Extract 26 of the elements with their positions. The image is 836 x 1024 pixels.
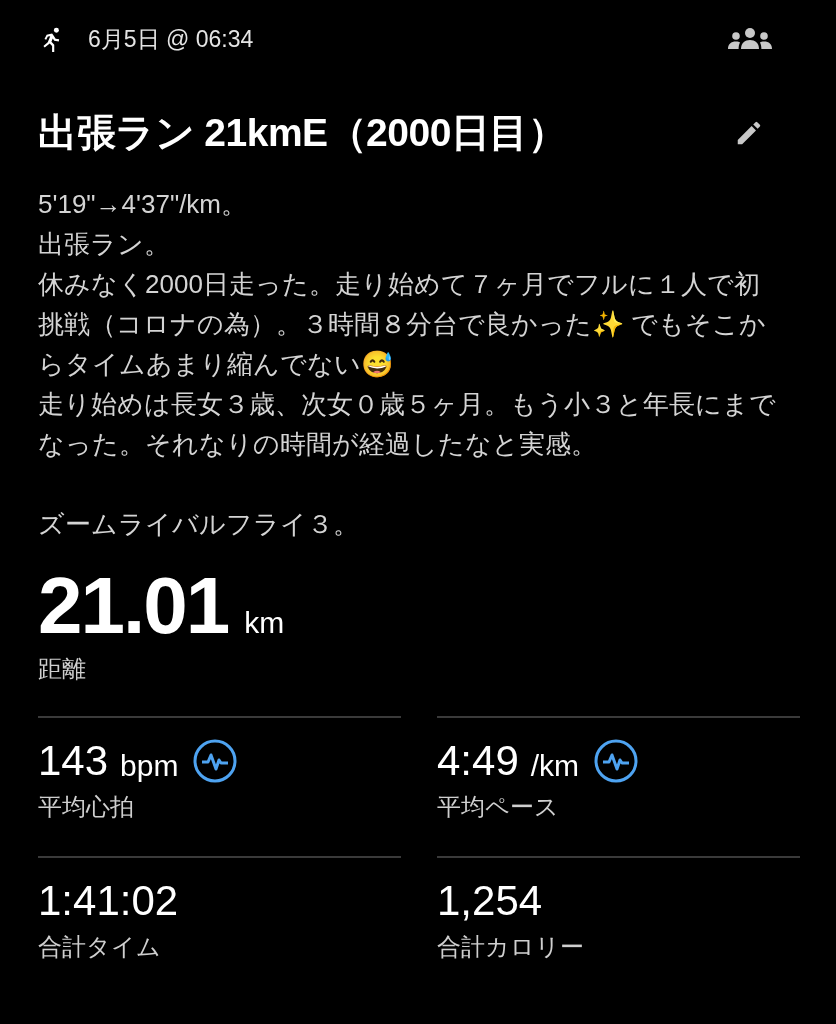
distance-label: 距離 bbox=[38, 654, 87, 684]
activity-datetime: 6月5日 @ 06:34 bbox=[88, 24, 254, 54]
stat-label: 平均心拍 bbox=[38, 792, 135, 822]
description-text: 出張ラン。 bbox=[38, 228, 171, 261]
chart-button[interactable] bbox=[192, 738, 239, 784]
description-text: ズームライバルフライ３。 bbox=[38, 508, 360, 541]
distance-value: 21.01 bbox=[38, 560, 229, 652]
stat-value: 1,254 bbox=[437, 876, 543, 926]
heartbeat-icon bbox=[593, 738, 640, 784]
stat-value: 143 bbox=[38, 736, 109, 786]
stat-value: 4:49 bbox=[437, 736, 519, 786]
group-icon bbox=[728, 27, 772, 51]
stat-value: 1:41:02 bbox=[38, 876, 179, 926]
description-text: 5'19"→4'37"/km。 bbox=[38, 188, 249, 221]
stat-label: 合計カロリー bbox=[437, 932, 585, 962]
distance-unit: km bbox=[244, 605, 285, 641]
stat-unit: /km bbox=[530, 747, 580, 784]
heartbeat-icon bbox=[192, 738, 239, 784]
stat-label: 平均ペース bbox=[437, 792, 560, 822]
chart-button[interactable] bbox=[593, 738, 640, 784]
group-button[interactable] bbox=[728, 27, 772, 51]
activity-title: 出張ラン 21kmE（2000日目） bbox=[38, 109, 567, 156]
description-text: 休みなく2000日走った。走り始めて７ヶ月でフルに１人で初挑戦（コロナの為）。３時間８分台で良かった✨ でもそこからタイムあまり縮んでない😅 bbox=[38, 268, 768, 381]
stat-label: 合計タイム bbox=[38, 932, 162, 962]
description-text: 走り始めは長女３歳、次女０歳５ヶ月。もう小３と年長にまでなった。それなりの時間が経過したなと実感。 bbox=[38, 388, 777, 461]
stat-unit: bpm bbox=[120, 747, 179, 784]
